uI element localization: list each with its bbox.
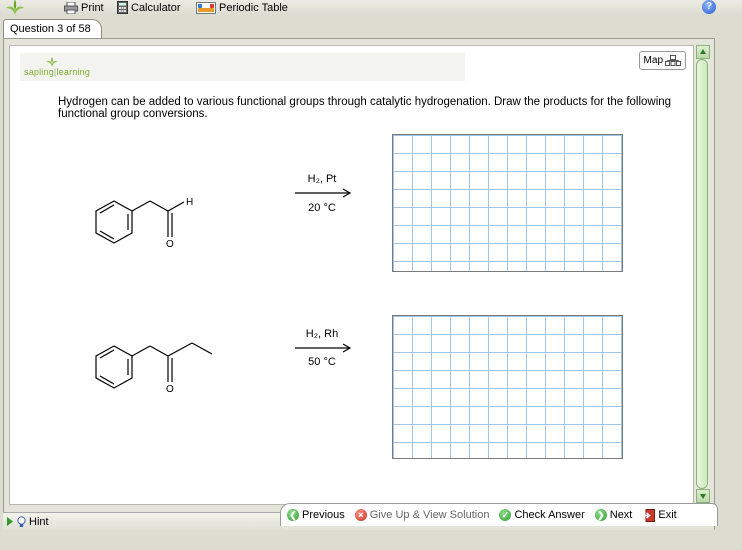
check-answer-button[interactable]: ✓ Check Answer: [499, 509, 585, 521]
give-up-button[interactable]: × Give Up & View Solution: [354, 509, 490, 521]
periodic-table-button[interactable]: Periodic Table: [196, 0, 288, 15]
hint-label: Hint: [29, 515, 49, 528]
periodic-table-label: Periodic Table: [219, 1, 288, 14]
brand-header: sapling|learning: [20, 53, 465, 81]
reactant-2-structure: O: [95, 342, 213, 395]
brand-logo: sapling|learning: [24, 67, 91, 77]
scroll-down-button[interactable]: [696, 489, 710, 503]
scroll-thumb[interactable]: [696, 59, 708, 489]
sapling-brand-leaf-icon: [46, 57, 58, 67]
reactant-1-structure: H O: [95, 197, 193, 250]
status-strip: [0, 530, 742, 550]
calculator-label: Calculator: [131, 1, 181, 14]
give-up-label: Give Up & View Solution: [369, 509, 490, 521]
reaction-arrow-2: [295, 343, 352, 353]
next-label: Next: [609, 509, 633, 521]
print-label: Print: [81, 1, 104, 14]
arrow-up-icon: [700, 49, 706, 54]
question-tab-row: Question 3 of 58: [0, 17, 742, 39]
calculator-icon: [117, 1, 128, 14]
sapling-leaf-icon: [6, 0, 24, 15]
tab-question[interactable]: Question 3 of 58: [3, 19, 102, 39]
printer-icon: [64, 1, 78, 14]
lightbulb-icon: [17, 515, 26, 527]
exit-icon: [642, 508, 656, 522]
question-text: Hydrogen can be added to various functio…: [58, 96, 672, 120]
hint-bar[interactable]: Hint: [3, 512, 283, 530]
reaction-arrow-1: [295, 188, 352, 198]
drawing-grid-2[interactable]: [392, 315, 623, 459]
periodic-table-icon: [196, 1, 216, 14]
map-button[interactable]: Map: [638, 51, 686, 70]
drawing-grid-1[interactable]: [392, 134, 623, 272]
reagent-2: H₂, Rh: [305, 328, 339, 340]
check-answer-label: Check Answer: [514, 509, 585, 521]
play-triangle-icon: [7, 517, 13, 526]
reagent-1: H₂, Pt: [307, 173, 337, 185]
map-label: Map: [643, 55, 663, 66]
previous-arrow-icon: ❮: [287, 509, 299, 521]
calculator-button[interactable]: Calculator: [117, 0, 181, 15]
top-toolbar: Print Calculator Periodic Table ?: [0, 0, 742, 15]
previous-button[interactable]: ❮ Previous: [287, 509, 345, 521]
print-button[interactable]: Print: [64, 0, 104, 15]
help-icon[interactable]: ?: [702, 0, 716, 14]
exit-label: Exit: [658, 509, 677, 521]
exit-button[interactable]: Exit: [642, 508, 677, 522]
brand-name-left: sapling: [24, 67, 54, 77]
atom-o-label: O: [166, 239, 174, 250]
arrow-down-icon: [700, 494, 706, 499]
next-button[interactable]: ❯ Next: [594, 509, 633, 521]
atom-o-label-2: O: [166, 384, 174, 395]
condition-2: 50 °C: [308, 356, 336, 368]
condition-1: 20 °C: [308, 202, 336, 214]
atom-h-label: H: [186, 197, 193, 208]
scroll-up-button[interactable]: [696, 45, 710, 59]
give-up-x-icon: ×: [354, 509, 367, 521]
next-arrow-icon: ❯: [594, 509, 607, 521]
map-icon: [665, 55, 681, 66]
previous-label: Previous: [302, 509, 345, 521]
vertical-scrollbar[interactable]: [695, 45, 710, 503]
check-icon: ✓: [499, 509, 512, 521]
question-nav-bar: ❮ Previous × Give Up & View Solution ✓ C…: [280, 503, 718, 526]
question-content: sapling|learning Map Hydrogen can be add…: [9, 45, 694, 505]
brand-name-right: learning: [56, 67, 91, 77]
